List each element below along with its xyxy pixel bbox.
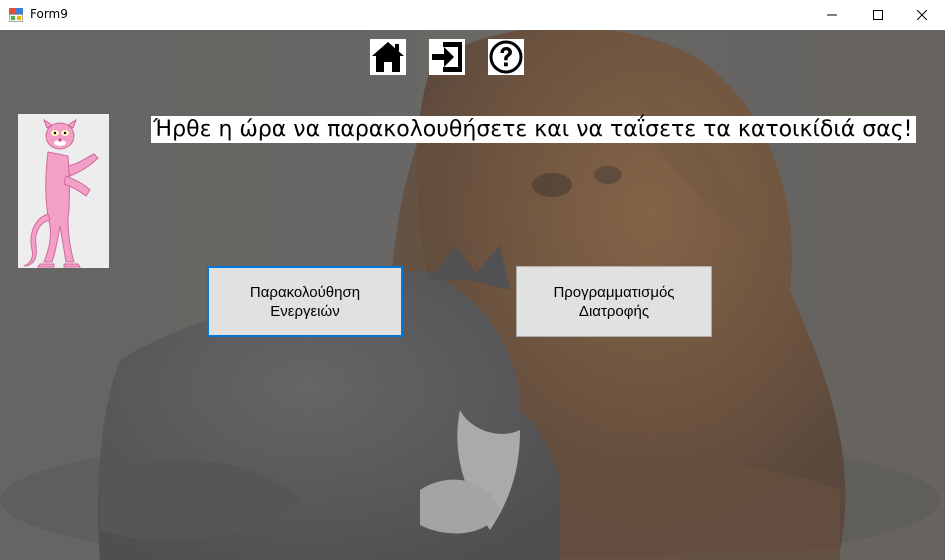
diet-scheduling-label: Προγραμματισμός Διατροφής	[553, 283, 674, 321]
app-window: Form9 Ήρθε η ώρα να παρακολουθήσετε και …	[0, 0, 945, 560]
minimize-button[interactable]	[809, 0, 855, 30]
activity-monitoring-label-line1: Παρακολούθηση	[249, 283, 361, 301]
logout-icon	[429, 39, 465, 75]
help-icon	[488, 39, 524, 75]
close-icon	[917, 10, 927, 20]
form-app-icon	[9, 8, 23, 22]
page-headline: Ήρθε η ώρα να παρακολουθήσετε και να ταΐ…	[151, 116, 917, 143]
diet-scheduling-label-line2: Διατροφής	[578, 302, 650, 320]
minimize-icon	[827, 14, 837, 16]
help-button[interactable]	[488, 39, 524, 75]
home-icon	[370, 39, 406, 75]
activity-monitoring-button[interactable]: Παρακολούθηση Ενεργειών	[207, 266, 403, 337]
pink-panther-image	[18, 114, 109, 268]
activity-monitoring-label-line2: Ενεργειών	[270, 302, 340, 320]
form-client-area: Ήρθε η ώρα να παρακολουθήσετε και να ταΐ…	[0, 30, 945, 560]
maximize-icon	[873, 10, 883, 20]
diet-scheduling-label-line1: Προγραμματισμός	[553, 283, 675, 301]
activity-monitoring-label: Παρακολούθηση Ενεργειών	[250, 283, 360, 321]
maximize-button[interactable]	[855, 0, 901, 30]
close-button[interactable]	[899, 0, 945, 30]
pets-background-image	[0, 30, 945, 560]
pink-panther-avatar	[18, 114, 109, 268]
title-bar[interactable]: Form9	[0, 0, 945, 30]
window-title: Form9	[30, 7, 68, 21]
logout-button[interactable]	[429, 39, 465, 75]
home-button[interactable]	[370, 39, 406, 75]
diet-scheduling-button[interactable]: Προγραμματισμός Διατροφής	[516, 266, 712, 337]
